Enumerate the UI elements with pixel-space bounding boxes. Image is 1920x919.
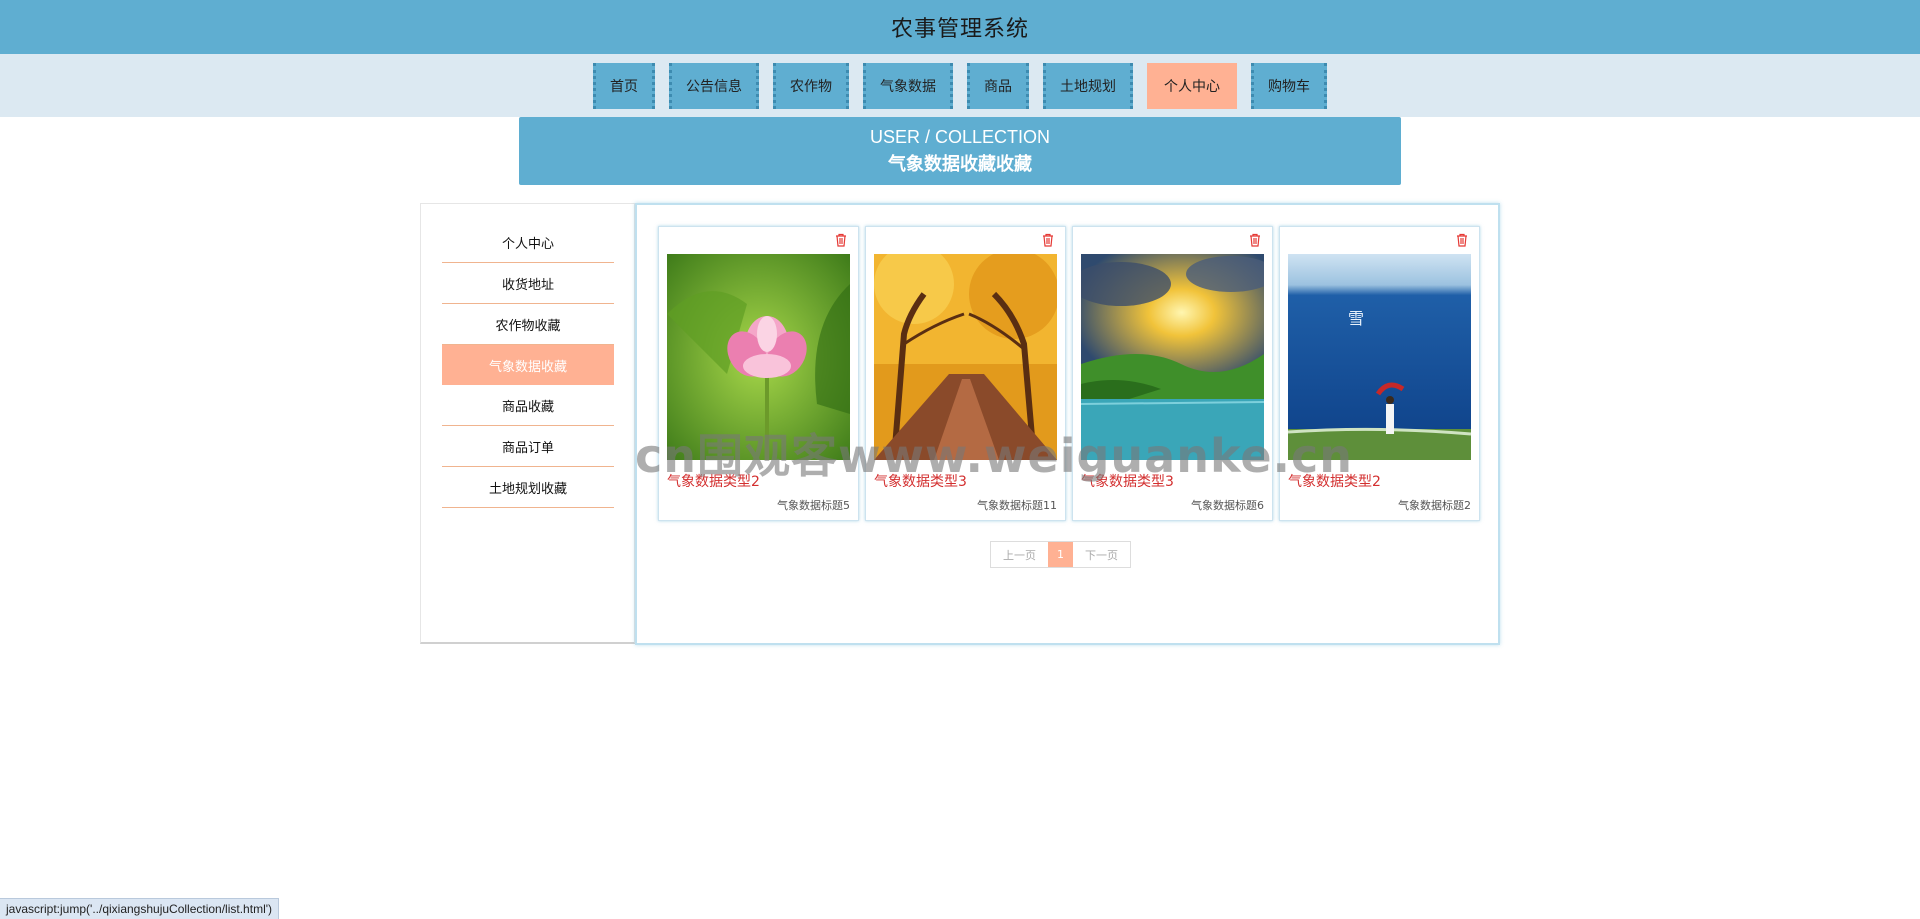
collection-card-subtitle: 气象数据标题2 <box>1398 499 1471 512</box>
nav-cart[interactable]: 购物车 <box>1251 62 1327 109</box>
sidebar-item-weather-favorites[interactable]: 气象数据收藏 <box>442 345 614 385</box>
collection-card-subtitle: 气象数据标题11 <box>977 499 1057 512</box>
sidebar-item-orders[interactable]: 商品订单 <box>442 426 614 467</box>
nav-announcements[interactable]: 公告信息 <box>669 62 759 109</box>
main-nav: 首页 公告信息 农作物 气象数据 商品 土地规划 个人中心 购物车 <box>0 54 1920 117</box>
next-page-button[interactable]: 下一页 <box>1073 542 1130 567</box>
nav-crops[interactable]: 农作物 <box>773 62 849 109</box>
pagination: 上一页 1 下一页 <box>990 541 1131 568</box>
collection-card-subtitle: 气象数据标题5 <box>777 499 850 512</box>
page-banner: USER / COLLECTION 气象数据收藏收藏 <box>519 117 1401 185</box>
trash-icon[interactable] <box>1248 233 1262 247</box>
nav-land-planning[interactable]: 土地规划 <box>1043 62 1133 109</box>
nav-weather-data[interactable]: 气象数据 <box>863 62 953 109</box>
trash-icon[interactable] <box>1455 233 1469 247</box>
site-watermark: cn围观客www.weiguanke.cn <box>635 429 1354 483</box>
svg-text:雪: 雪 <box>1348 309 1364 328</box>
banner-english-title: USER / COLLECTION <box>869 126 1051 147</box>
page-1-button[interactable]: 1 <box>1048 542 1073 567</box>
trash-icon[interactable] <box>834 233 848 247</box>
prev-page-button[interactable]: 上一页 <box>991 542 1048 567</box>
nav-products[interactable]: 商品 <box>967 62 1029 109</box>
sidebar-item-product-favorites[interactable]: 商品收藏 <box>442 385 614 426</box>
user-sidebar: 个人中心 收货地址 农作物收藏 气象数据收藏 商品收藏 商品订单 土地规划收藏 <box>420 203 635 644</box>
collection-card-subtitle: 气象数据标题6 <box>1191 499 1264 512</box>
site-title: 农事管理系统 <box>890 17 1029 42</box>
banner-chinese-title: 气象数据收藏收藏 <box>888 153 1032 175</box>
nav-home[interactable]: 首页 <box>593 62 655 109</box>
trash-icon[interactable] <box>1041 233 1055 247</box>
sidebar-item-address[interactable]: 收货地址 <box>442 263 614 304</box>
browser-status-bar: javascript:jump('../qixiangshujuCollecti… <box>0 898 280 919</box>
nav-list: 首页 公告信息 农作物 气象数据 商品 土地规划 个人中心 购物车 <box>593 62 1327 109</box>
top-header: 农事管理系统 <box>0 0 1920 54</box>
sidebar-item-land-favorites[interactable]: 土地规划收藏 <box>442 467 614 508</box>
sidebar-item-personal-center[interactable]: 个人中心 <box>442 222 614 263</box>
sidebar-item-crop-favorites[interactable]: 农作物收藏 <box>442 304 614 345</box>
nav-personal-center[interactable]: 个人中心 <box>1147 62 1237 109</box>
